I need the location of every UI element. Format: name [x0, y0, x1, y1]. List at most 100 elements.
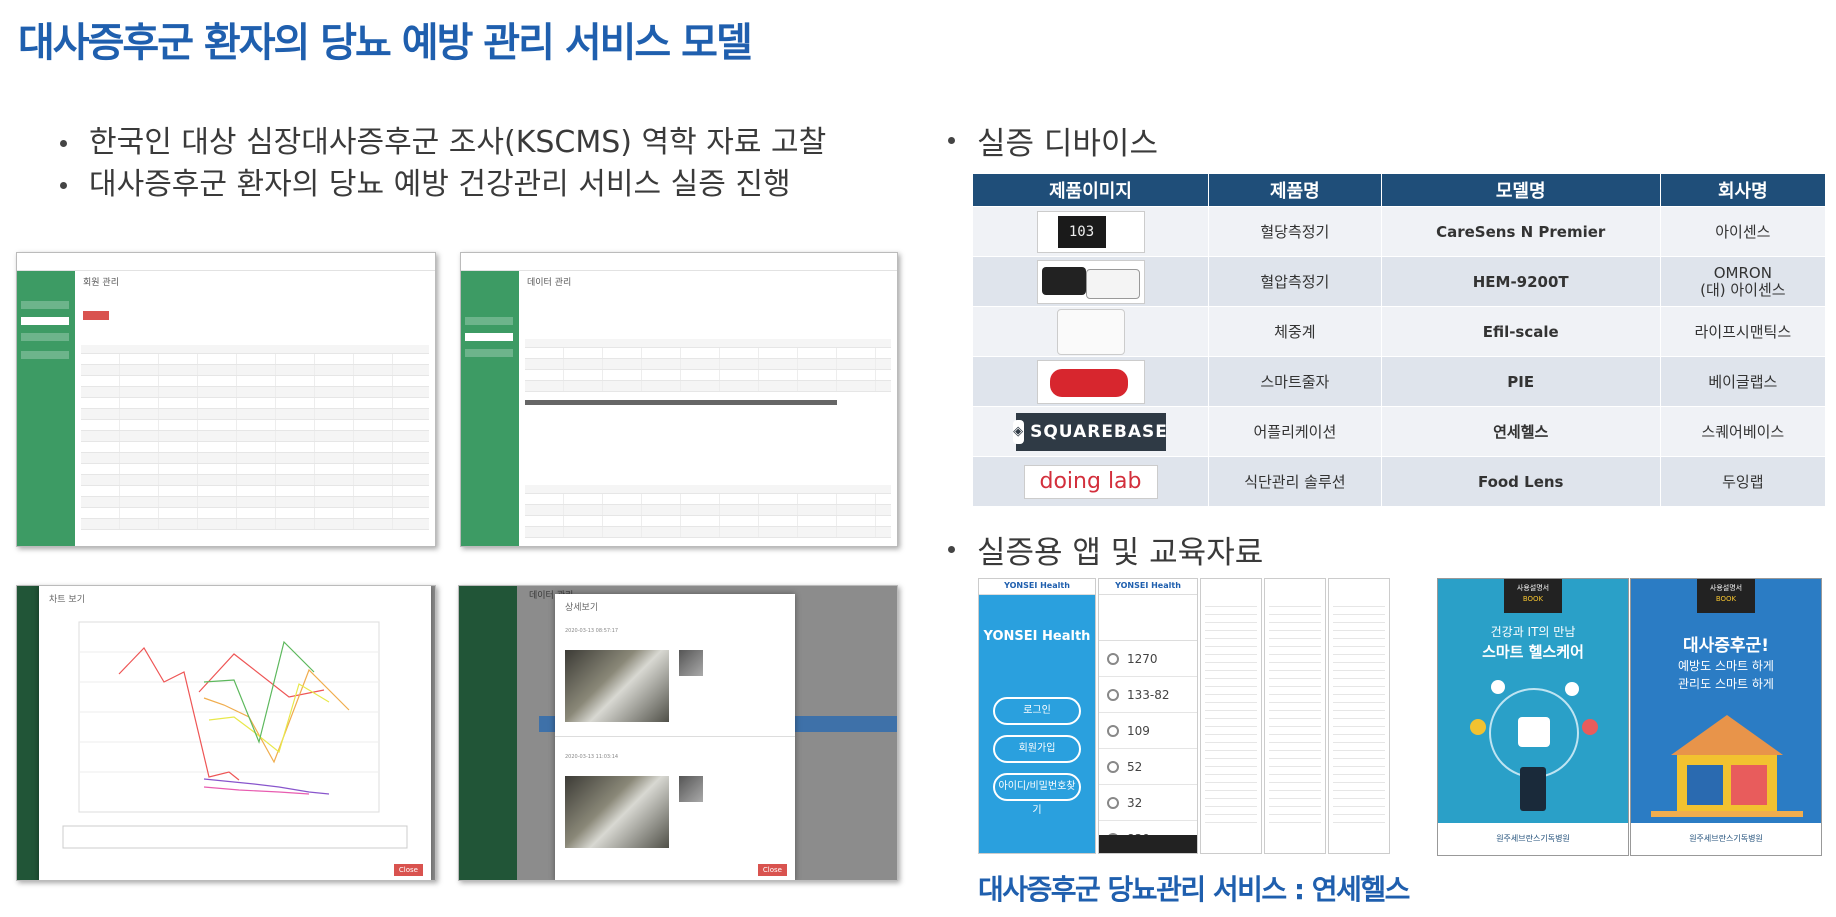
data-management-screenshot: 데이터 관리 — [460, 252, 898, 547]
apps-caption: 대사증후군 당뇨관리 서비스 : 연세헬스 — [978, 873, 1410, 906]
product-name: 스마트줄자 — [1208, 356, 1382, 407]
sidebar-item — [21, 301, 69, 309]
sidebar-item — [21, 351, 69, 359]
bullet-text: 대사증후군 환자의 당뇨 예방 건강관리 서비스 실증 진행 — [89, 167, 791, 202]
book-subtitle: 스마트 헬스케어 — [1482, 643, 1584, 661]
metric-row: 133-82 — [1099, 677, 1197, 713]
find-account-button[interactable]: 아이디/비밀번호찾기 — [993, 773, 1081, 816]
data-table-top — [525, 339, 891, 392]
detail-modal: 상세보기 2020-03-13 08:57:17 2020-03-13 11:0… — [555, 594, 795, 880]
company-name: 아이센스 — [1659, 206, 1827, 257]
green-sidebar — [17, 271, 75, 546]
product-name: 식단관리 솔루션 — [1208, 456, 1382, 507]
user-guide-book-1: 사용설명서 BOOK 건강과 IT의 만남 스마트 헬스케어 원주세브란스기독병원 — [1437, 578, 1629, 856]
book-line: 관리도 스마트 하게 — [1678, 677, 1774, 691]
model-name: HEM-9200T — [1380, 256, 1661, 307]
sidebar-item — [465, 333, 513, 341]
squarebase-logo: ◈ SQUAREBASE — [1013, 412, 1167, 451]
book-tab: 사용설명서 BOOK — [1504, 579, 1562, 613]
product-name: 어플리케이션 — [1208, 406, 1382, 457]
company-name: 스퀘어베이스 — [1659, 406, 1827, 457]
login-button[interactable]: 로그인 — [993, 697, 1081, 725]
metric-row: 32 — [1099, 785, 1197, 821]
product-image-cell — [972, 306, 1209, 357]
sidebar-item — [21, 317, 69, 325]
model-name: Efil-scale — [1380, 306, 1661, 357]
bullet-dot-icon — [60, 139, 67, 147]
bullet-dot-icon — [948, 137, 955, 144]
app-header: YONSEI Health — [979, 579, 1095, 595]
app-detail-screen — [1328, 578, 1390, 854]
book-line: 예방도 스마트 하게 — [1678, 659, 1774, 673]
close-button[interactable]: Close — [757, 864, 787, 876]
metric-row: 52 — [1099, 749, 1197, 785]
user-guide-book-2: 사용설명서 BOOK 대사증후군! 예방도 스마트 하게 관리도 스마트 하게 원… — [1630, 578, 1822, 856]
model-name: 연세헬스 — [1380, 406, 1661, 457]
photo-date: 2020-03-13 11:03:14 — [565, 754, 619, 760]
column-header: 제품이미지 — [972, 173, 1209, 207]
food-photo — [565, 650, 669, 722]
app-login-screen: YONSEI Health YONSEI Health 로그인 회원가입 아이디… — [978, 578, 1096, 854]
column-header: 회사명 — [1659, 173, 1827, 207]
book-title: 대사증후군! — [1683, 636, 1769, 656]
photo-date: 2020-03-13 08:57:17 — [565, 628, 619, 634]
product-image-cell — [972, 356, 1209, 407]
screenshot-header-bar — [461, 253, 897, 271]
close-button[interactable]: Close — [393, 864, 423, 876]
bullet-text: 한국인 대상 심장대사증후군 조사(KSCMS) 역학 자료 고찰 — [89, 125, 827, 160]
company-name: 베이글랩스 — [1659, 356, 1827, 407]
product-image-cell — [972, 256, 1209, 307]
house-illustration — [1651, 715, 1803, 817]
glucometer-image: 103 — [1036, 210, 1145, 253]
company-name: 라이프시맨틱스 — [1659, 306, 1827, 357]
devices-heading: 실증 디바이스 — [948, 118, 1158, 163]
red-button — [83, 311, 109, 320]
product-name: 체중계 — [1208, 306, 1382, 357]
member-table — [81, 345, 429, 530]
company-name: OMRON (대) 아이센스 — [1659, 256, 1827, 307]
member-management-screenshot: 회원 관리 — [16, 252, 436, 547]
app-detail-screen — [1200, 578, 1262, 854]
apps-heading: 실증용 앱 및 교육자료 — [948, 527, 1263, 572]
book-footer: 원주세브란스기독병원 — [1631, 823, 1821, 855]
screenshot-title: 데이터 관리 — [527, 278, 572, 288]
table-row: 스마트줄자 PIE 베이글랩스 — [972, 356, 1827, 407]
bullet-item: 대사증후군 환자의 당뇨 예방 건강관리 서비스 실증 진행 — [60, 164, 826, 206]
column-header: 모델명 — [1380, 173, 1661, 207]
table-row: doing lab 식단관리 솔루션 Food Lens 두잉랩 — [972, 456, 1827, 507]
table-row: 103 혈당측정기 CareSens N Premier 아이센스 — [972, 206, 1827, 257]
table-row: 혈압측정기 HEM-9200T OMRON (대) 아이센스 — [972, 256, 1827, 307]
intro-bullets: 한국인 대상 심장대사증후군 조사(KSCMS) 역학 자료 고찰 대사증후군 … — [60, 122, 826, 206]
chart-view-screenshot: 차트 보기 Close — [16, 585, 436, 881]
model-name: CareSens N Premier — [1380, 206, 1661, 257]
book-title: 건강과 IT의 만남 — [1490, 625, 1576, 639]
table-row: 체중계 Efil-scale 라이프시맨틱스 — [972, 306, 1827, 357]
signup-button[interactable]: 회원가입 — [993, 735, 1081, 763]
line-chart-thumbnail — [62, 621, 408, 849]
body-scale-image — [1056, 308, 1125, 355]
book-tab: 사용설명서 BOOK — [1697, 579, 1755, 613]
model-name: Food Lens — [1380, 456, 1661, 507]
sidebar-item — [21, 333, 69, 341]
modal-title: 상세보기 — [565, 603, 599, 613]
product-image-cell: 103 — [972, 206, 1209, 257]
book-footer: 원주세브란스기독병원 — [1438, 823, 1628, 855]
bullet-dot-icon — [60, 181, 67, 189]
bullet-item: 한국인 대상 심장대사증후군 조사(KSCMS) 역학 자료 고찰 — [60, 122, 826, 164]
green-sidebar — [461, 271, 519, 546]
product-image-cell: doing lab — [972, 456, 1209, 507]
sidebar-item — [465, 349, 513, 357]
app-detail-screen — [1264, 578, 1326, 854]
data-table-bottom — [525, 485, 891, 538]
model-name: PIE — [1380, 356, 1661, 407]
device-table: 제품이미지 제품명 모델명 회사명 103 혈당측정기 CareSens N P… — [972, 173, 1827, 507]
app-logo: YONSEI Health — [983, 629, 1091, 644]
product-image-cell: ◈ SQUAREBASE — [972, 406, 1209, 457]
food-photo — [565, 776, 669, 848]
bullet-dot-icon — [948, 546, 955, 553]
food-thumb — [679, 650, 703, 676]
sidebar-item — [465, 317, 513, 325]
smart-healthcare-illustration — [1470, 680, 1598, 811]
doing-lab-logo: doing lab — [1023, 464, 1158, 499]
table-row: ◈ SQUAREBASE 어플리케이션 연세헬스 스퀘어베이스 — [972, 406, 1827, 457]
